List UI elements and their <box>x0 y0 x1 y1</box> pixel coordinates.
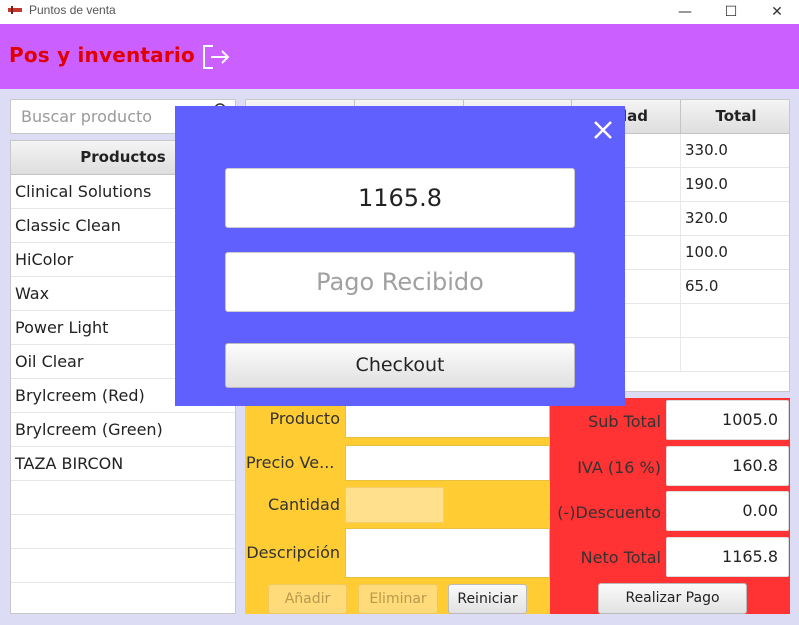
net-total-label: Neto Total <box>580 548 661 567</box>
iva-value: 160.8 <box>666 446 789 486</box>
table-cell <box>681 338 789 372</box>
payment-received-input[interactable]: Pago Recibido <box>225 252 575 312</box>
table-cell: 320.0 <box>685 209 728 227</box>
cantidad-field[interactable] <box>345 487 444 523</box>
discount-label: (-)Descuento <box>557 503 661 522</box>
page-title: Pos y inventario <box>9 43 195 67</box>
reset-button[interactable]: Reiniciar <box>448 584 527 614</box>
maximize-button[interactable]: ☐ <box>708 0 754 24</box>
descripcion-label: Descripción <box>246 543 340 562</box>
list-item-empty[interactable] <box>11 549 235 583</box>
totals-panel: Sub Total 1005.0 IVA (16 %) 160.8 (-)Des… <box>550 398 790 614</box>
amount-due-field: 1165.8 <box>225 168 575 228</box>
window-title-bar: Puntos de venta — ☐ ✕ <box>0 0 799 24</box>
list-item-empty[interactable] <box>11 481 235 515</box>
table-cell <box>681 304 789 338</box>
pay-button[interactable]: Realizar Pago <box>598 583 747 614</box>
list-item-empty[interactable] <box>11 515 235 549</box>
table-cell: 65.0 <box>685 277 719 295</box>
checkout-button[interactable]: Checkout <box>225 343 575 388</box>
window-close-button[interactable]: ✕ <box>754 0 799 24</box>
close-icon[interactable] <box>591 118 615 142</box>
table-cell: 330.0 <box>685 141 728 159</box>
add-button[interactable]: Añadir <box>268 584 347 614</box>
table-cell: 100.0 <box>685 243 728 261</box>
app-header: Pos y inventario <box>0 24 799 89</box>
list-item-empty[interactable] <box>11 583 235 613</box>
app-icon <box>8 6 22 14</box>
subtotal-label: Sub Total <box>588 412 661 431</box>
list-item[interactable]: Brylcreem (Green) <box>11 413 235 447</box>
column-header-total[interactable]: Total <box>681 100 789 134</box>
iva-label: IVA (16 %) <box>577 458 661 477</box>
precio-field[interactable] <box>345 445 550 481</box>
minimize-button[interactable]: — <box>662 0 708 24</box>
discount-field[interactable]: 0.00 <box>666 491 789 531</box>
descripcion-field[interactable] <box>345 528 550 578</box>
search-placeholder: Buscar producto <box>21 107 153 126</box>
cantidad-label: Cantidad <box>268 495 340 514</box>
checkout-dialog: 1165.8 Pago Recibido Checkout <box>175 106 625 406</box>
delete-button[interactable]: Eliminar <box>358 584 438 614</box>
window-title: Puntos de venta <box>29 3 116 17</box>
producto-field[interactable] <box>345 402 550 438</box>
subtotal-value: 1005.0 <box>666 400 789 440</box>
product-form: Producto Precio Ve... Cantidad Descripci… <box>245 398 550 614</box>
logout-icon[interactable] <box>202 44 230 70</box>
table-cell: 190.0 <box>685 175 728 193</box>
producto-label: Producto <box>269 409 340 428</box>
net-total-value: 1165.8 <box>666 537 789 577</box>
precio-label: Precio Ve... <box>246 453 335 472</box>
list-item[interactable]: TAZA BIRCON <box>11 447 235 481</box>
